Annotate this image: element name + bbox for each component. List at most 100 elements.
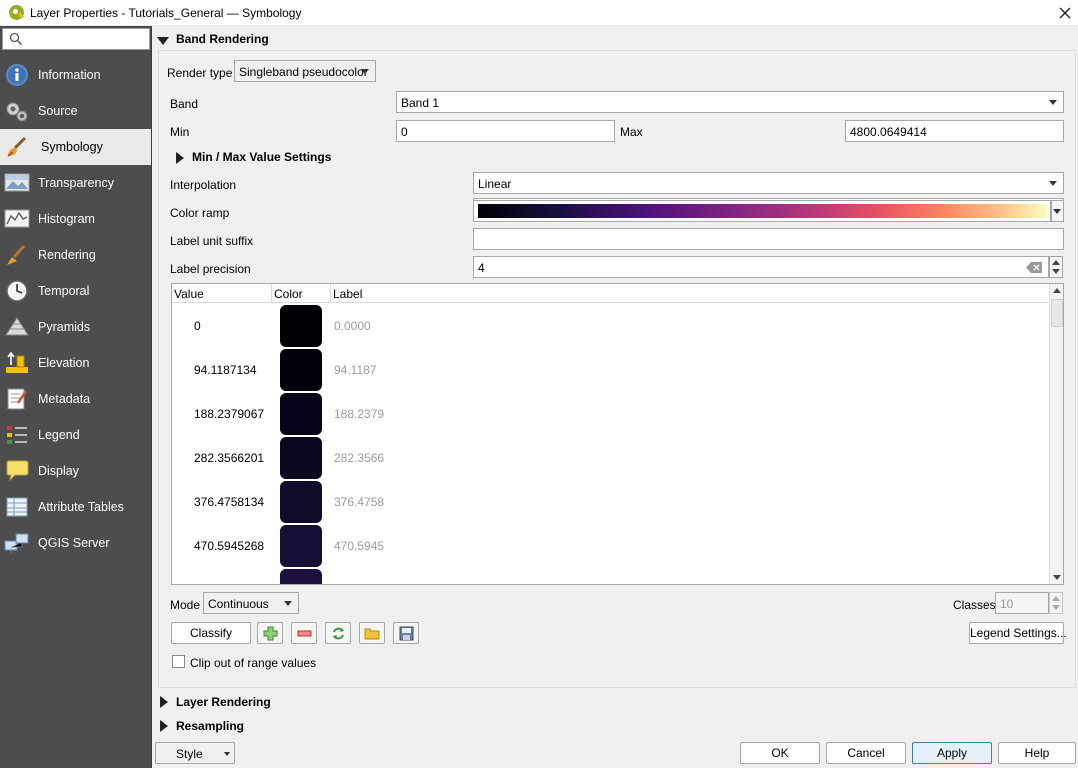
mode-select[interactable]: Continuous — [203, 592, 299, 614]
classes-spinbox[interactable]: 10 — [995, 592, 1049, 614]
search-input[interactable] — [2, 28, 150, 50]
sidebar-item-pyramids[interactable]: Pyramids — [0, 309, 151, 345]
label-precision-spinbox[interactable]: 4 — [473, 256, 1049, 278]
layer-rendering-header[interactable]: Layer Rendering — [176, 695, 271, 709]
chevron-down-icon — [1049, 100, 1057, 105]
table-row[interactable] — [172, 568, 1048, 584]
sidebar-item-label: Histogram — [38, 212, 95, 226]
sidebar-item-elevation[interactable]: Elevation — [0, 345, 151, 381]
sidebar-item-attribute-tables[interactable]: Attribute Tables — [0, 489, 151, 525]
server-icon — [4, 533, 29, 553]
color-ramp-button[interactable] — [473, 200, 1051, 222]
table-row[interactable]: 470.5945268 470.5945 — [172, 524, 1048, 568]
table-row[interactable]: 376.4758134 376.4758 — [172, 480, 1048, 524]
table-row[interactable]: 94.1187134 94.1187 — [172, 348, 1048, 392]
table-scrollbar[interactable] — [1049, 284, 1063, 584]
table-row[interactable]: 188.2379067 188.2379 — [172, 392, 1048, 436]
color-swatch[interactable] — [280, 525, 322, 567]
row-value[interactable]: 0 — [194, 319, 201, 333]
sidebar-item-symbology[interactable]: Symbology — [0, 129, 151, 165]
band-select[interactable]: Band 1 — [396, 91, 1064, 113]
max-field[interactable]: 4800.0649414 — [845, 120, 1064, 142]
color-swatch[interactable] — [280, 393, 322, 435]
sidebar-item-temporal[interactable]: Temporal — [0, 273, 151, 309]
table-row[interactable]: 282.3566201 282.3566 — [172, 436, 1048, 480]
expand-arrow-icon[interactable] — [176, 152, 184, 164]
color-ramp-dropdown[interactable] — [1051, 200, 1064, 222]
classes-spin-buttons[interactable] — [1049, 592, 1063, 614]
expand-arrow-icon[interactable] — [160, 696, 168, 708]
row-value[interactable]: 94.1187134 — [194, 363, 257, 377]
row-label[interactable]: 470.5945 — [334, 539, 384, 553]
style-menu-button[interactable]: Style — [155, 742, 235, 764]
row-label[interactable]: 282.3566 — [334, 451, 384, 465]
sidebar-item-source[interactable]: Source — [0, 93, 151, 129]
expand-arrow-icon[interactable] — [160, 720, 168, 732]
cancel-button[interactable]: Cancel — [826, 742, 906, 764]
render-type-select[interactable]: Singleband pseudocolor — [234, 60, 376, 82]
clock-icon — [6, 280, 28, 302]
column-header-value[interactable]: Value — [174, 287, 204, 301]
min-field[interactable]: 0 — [396, 120, 615, 142]
sidebar-item-rendering[interactable]: Rendering — [0, 237, 151, 273]
sidebar-item-display[interactable]: Display — [0, 453, 151, 489]
row-value[interactable]: 470.5945268 — [194, 539, 264, 553]
speech-bubble-icon — [6, 460, 29, 482]
ok-button[interactable]: OK — [740, 742, 820, 764]
row-label[interactable]: 94.1187 — [334, 363, 377, 377]
row-label[interactable]: 0.0000 — [334, 319, 371, 333]
interpolation-select[interactable]: Linear — [473, 172, 1064, 194]
color-swatch[interactable] — [280, 349, 322, 391]
color-swatch[interactable] — [280, 437, 322, 479]
color-swatch[interactable] — [280, 305, 322, 347]
label-precision-label: Label precision — [170, 262, 251, 276]
sidebar-item-histogram[interactable]: Histogram — [0, 201, 151, 237]
band-rendering-header[interactable]: Band Rendering — [176, 32, 269, 46]
save-color-map-button[interactable] — [393, 622, 419, 644]
clip-label: Clip out of range values — [190, 656, 317, 670]
legend-settings-button[interactable]: Legend Settings... — [969, 622, 1067, 644]
load-color-map-button[interactable] — [359, 622, 385, 644]
row-label[interactable]: 376.4758 — [334, 495, 384, 509]
color-map-table[interactable]: Value Color Label 0 0.0000 94.1187134 94.11… — [171, 283, 1064, 585]
sidebar-item-metadata[interactable]: Metadata — [0, 381, 151, 417]
sidebar-item-transparency[interactable]: Transparency — [0, 165, 151, 201]
close-button[interactable] — [1052, 2, 1078, 24]
precision-spin-buttons[interactable] — [1049, 256, 1063, 278]
resampling-header[interactable]: Resampling — [176, 719, 244, 733]
paintbrush-icon — [7, 136, 27, 157]
scroll-thumb[interactable] — [1051, 299, 1063, 327]
label-unit-suffix-field[interactable] — [473, 228, 1064, 250]
row-value[interactable]: 188.2379067 — [194, 407, 264, 421]
row-label[interactable]: 188.2379 — [334, 407, 384, 421]
column-header-label[interactable]: Label — [333, 287, 362, 301]
scroll-down-icon[interactable] — [1053, 575, 1061, 580]
add-value-button[interactable] — [257, 622, 283, 644]
column-header-color[interactable]: Color — [274, 287, 303, 301]
sidebar-item-information[interactable]: Information — [0, 57, 151, 93]
reverse-order-button[interactable] — [325, 622, 351, 644]
elevation-icon — [6, 351, 28, 373]
remove-value-button[interactable] — [291, 622, 317, 644]
classify-button[interactable]: Classify — [171, 622, 251, 644]
color-swatch[interactable] — [280, 569, 322, 584]
table-header: Value Color Label — [172, 284, 1048, 303]
color-swatch[interactable] — [280, 481, 322, 523]
help-button[interactable]: Help — [998, 742, 1076, 764]
apply-button[interactable]: Apply — [912, 742, 992, 764]
label-unit-suffix-label: Label unit suffix — [170, 234, 254, 248]
scroll-up-icon[interactable] — [1053, 288, 1061, 293]
table-row[interactable]: 0 0.0000 — [172, 304, 1048, 348]
main-panel: Band Rendering Render type Singleband ps… — [152, 26, 1078, 768]
color-ramp-preview — [478, 204, 1047, 218]
collapse-arrow-icon[interactable] — [157, 37, 169, 45]
sidebar-item-qgis-server[interactable]: QGIS Server — [0, 525, 151, 561]
sidebar-item-legend[interactable]: Legend — [0, 417, 151, 453]
color-ramp-label: Color ramp — [170, 206, 230, 220]
clear-icon[interactable] — [1026, 262, 1042, 273]
minmax-settings-header[interactable]: Min / Max Value Settings — [192, 150, 331, 164]
sidebar-item-label: Symbology — [41, 140, 103, 154]
clip-checkbox[interactable] — [172, 655, 185, 668]
row-value[interactable]: 282.3566201 — [194, 451, 264, 465]
row-value[interactable]: 376.4758134 — [194, 495, 264, 509]
